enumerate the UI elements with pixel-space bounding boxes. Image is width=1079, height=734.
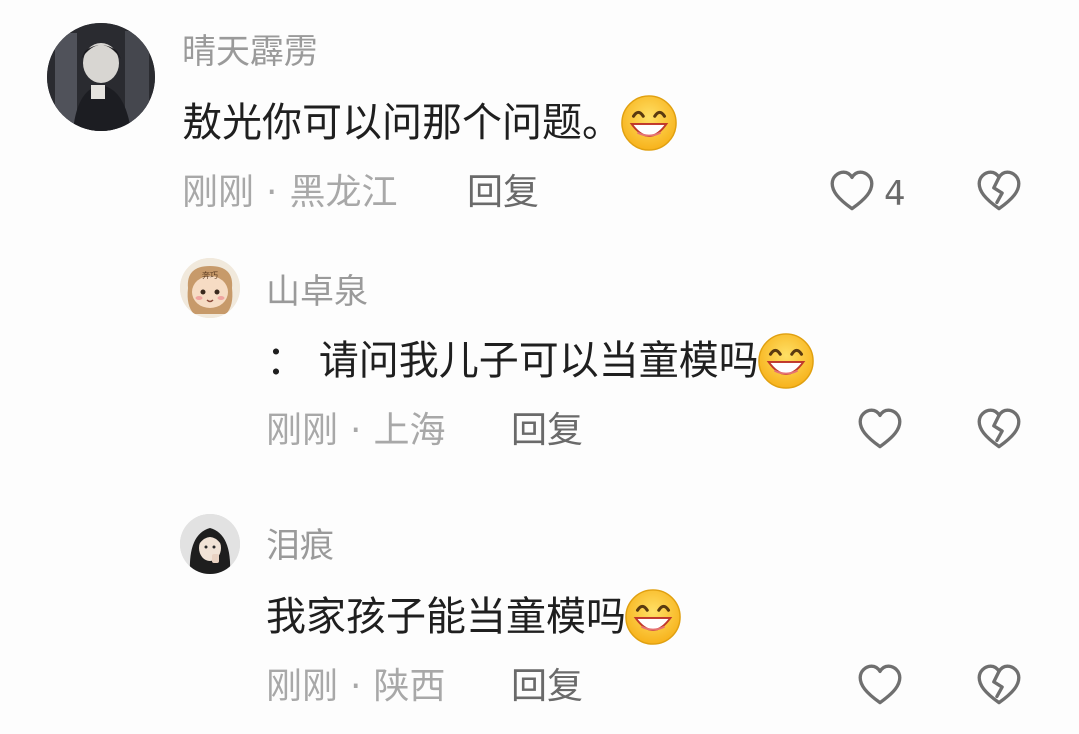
- comment-username[interactable]: 泪痕: [266, 524, 334, 568]
- comment-text-content: 敖光你可以问那个问题。: [182, 100, 622, 146]
- heart-outline-icon: [855, 404, 905, 456]
- heart-outline-icon: [827, 166, 877, 218]
- comment-text: 敖光你可以问那个问题。: [182, 94, 678, 152]
- reply-button[interactable]: 回复: [467, 170, 539, 216]
- comment-location: 上海: [373, 410, 446, 451]
- comment-username[interactable]: 山卓泉: [266, 270, 368, 314]
- grinning-face-emoji-icon: [620, 94, 678, 152]
- comment-meta: 刚刚 · 陕西: [266, 664, 445, 710]
- comment-username[interactable]: 晴天霹雳: [182, 30, 318, 74]
- avatar-text: 奔巧: [202, 270, 218, 280]
- like-button[interactable]: [855, 660, 905, 712]
- broken-heart-icon: [974, 166, 1024, 218]
- comment-time: 刚刚: [266, 666, 339, 707]
- meta-separator: ·: [350, 666, 362, 707]
- grinning-face-emoji-icon: [757, 332, 815, 390]
- reply-item: 奔巧 山卓泉 ： 请问我儿子可以当童模吗 刚刚 · 上海 回复: [0, 240, 1079, 480]
- comment-text-content: 我家孩子能当童模吗: [266, 594, 626, 640]
- comment-item: 晴天霹雳 敖光你可以问那个问题。 刚刚 · 黑龙江 回复 4: [0, 0, 1079, 230]
- comment-time: 刚刚: [182, 172, 255, 213]
- comment-location: 黑龙江: [289, 172, 398, 213]
- broken-heart-icon: [974, 404, 1024, 456]
- comment-time: 刚刚: [266, 410, 339, 451]
- reply-button[interactable]: 回复: [511, 408, 583, 454]
- comment-location: 陕西: [373, 666, 446, 707]
- comment-meta: 刚刚 · 黑龙江: [182, 170, 397, 216]
- comment-meta: 刚刚 · 上海: [266, 408, 445, 454]
- heart-outline-icon: [855, 660, 905, 712]
- broken-heart-icon: [974, 660, 1024, 712]
- grinning-face-emoji-icon: [624, 588, 682, 646]
- comment-text-content: ： 请问我儿子可以当童模吗: [266, 338, 759, 384]
- like-button[interactable]: [827, 166, 877, 218]
- comment-text: 我家孩子能当童模吗: [266, 588, 682, 646]
- reply-button[interactable]: 回复: [511, 664, 583, 710]
- avatar[interactable]: [180, 514, 240, 574]
- reply-item: 泪痕 我家孩子能当童模吗 刚刚 · 陕西 回复: [0, 496, 1079, 734]
- dislike-button[interactable]: [974, 166, 1024, 218]
- dislike-button[interactable]: [974, 404, 1024, 456]
- like-count: 4: [884, 174, 906, 214]
- meta-separator: ·: [266, 172, 278, 213]
- like-button[interactable]: [855, 404, 905, 456]
- comment-text: ： 请问我儿子可以当童模吗: [266, 332, 815, 390]
- avatar[interactable]: 奔巧: [180, 258, 240, 318]
- dislike-button[interactable]: [974, 660, 1024, 712]
- meta-separator: ·: [350, 410, 362, 451]
- avatar[interactable]: [47, 23, 155, 131]
